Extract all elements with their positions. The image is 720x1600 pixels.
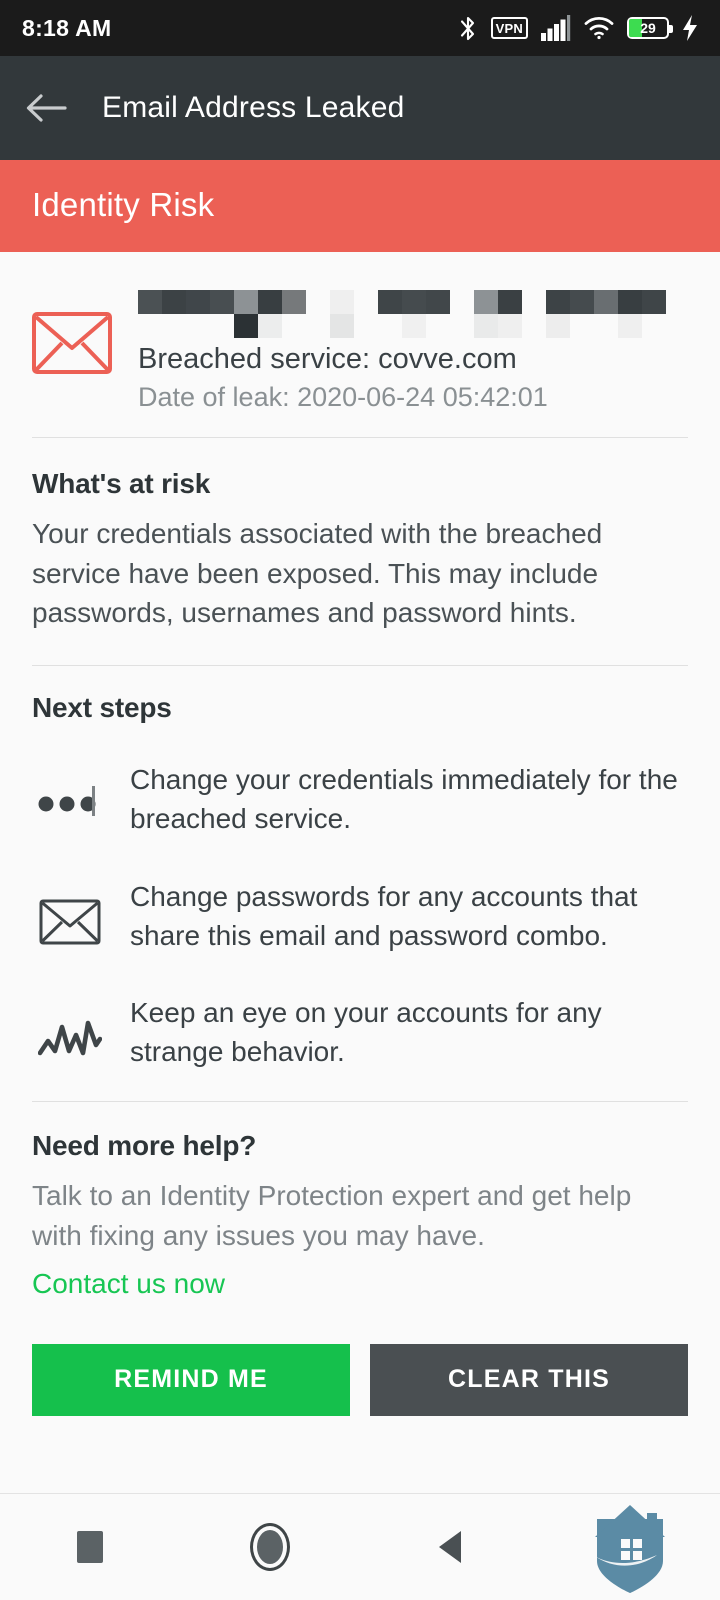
arrow-left-icon bbox=[26, 94, 67, 122]
list-item: Change passwords for any accounts that s… bbox=[32, 877, 688, 955]
bluetooth-icon bbox=[458, 15, 478, 42]
wifi-icon bbox=[584, 16, 614, 40]
whats-at-risk-section: What's at risk Your credentials associat… bbox=[32, 438, 688, 665]
clear-this-button[interactable]: CLEAR THIS bbox=[370, 1343, 688, 1416]
breached-service-label: Breached service: covve.com bbox=[138, 343, 517, 375]
vpn-icon: VPN bbox=[490, 17, 528, 39]
list-item: Keep an eye on your accounts for any str… bbox=[32, 993, 688, 1071]
app-bar: Email Address Leaked bbox=[0, 56, 720, 160]
activity-zigzag-icon bbox=[32, 993, 108, 1057]
status-bar-clock: 8:18 AM bbox=[22, 14, 112, 41]
page-title: Email Address Leaked bbox=[102, 91, 405, 124]
remind-me-button[interactable]: REMIND ME bbox=[32, 1343, 350, 1416]
list-item-label: Keep an eye on your accounts for any str… bbox=[130, 996, 602, 1068]
action-button-row: REMIND ME CLEAR THIS bbox=[0, 1300, 720, 1416]
triangle-left-icon bbox=[439, 1531, 461, 1563]
identity-risk-banner: Identity Risk bbox=[0, 160, 720, 252]
nav-back-button[interactable] bbox=[360, 1528, 540, 1566]
list-item: Change your credentials immediately for … bbox=[32, 760, 688, 838]
need-more-help-body: Talk to an Identity Protection expert an… bbox=[32, 1180, 632, 1252]
battery-icon: 29 bbox=[627, 17, 673, 39]
status-bar: 8:18 AM VPN 29 bbox=[0, 0, 720, 56]
next-steps-section: Next steps Change your credentials immed… bbox=[32, 666, 688, 1101]
password-dots-icon bbox=[32, 760, 108, 817]
next-steps-title: Next steps bbox=[32, 692, 172, 724]
app-logo-button[interactable] bbox=[540, 1499, 720, 1595]
envelope-icon bbox=[32, 877, 108, 945]
need-more-help-section: Need more help? Talk to an Identity Prot… bbox=[32, 1102, 688, 1300]
breach-summary: Breached service: covve.com Date of leak… bbox=[32, 252, 688, 437]
back-button[interactable] bbox=[24, 86, 68, 130]
cellular-signal-icon bbox=[541, 15, 571, 41]
house-shield-icon bbox=[593, 1505, 665, 1593]
phone-screen: 8:18 AM VPN 29 Email Address Leaked Iden… bbox=[0, 0, 720, 1600]
content-area: Breached service: covve.com Date of leak… bbox=[0, 252, 720, 1300]
redacted-email-address bbox=[138, 290, 688, 338]
whats-at-risk-body: Your credentials associated with the bre… bbox=[32, 517, 603, 629]
envelope-red-icon bbox=[32, 312, 112, 379]
nav-recents-button[interactable] bbox=[0, 1531, 180, 1563]
identity-risk-title: Identity Risk bbox=[32, 186, 215, 223]
date-of-leak-label: Date of leak: 2020-06-24 05:42:01 bbox=[138, 382, 548, 413]
need-more-help-title: Need more help? bbox=[32, 1130, 257, 1162]
contact-us-link[interactable]: Contact us now bbox=[32, 1268, 225, 1300]
list-item-label: Change passwords for any accounts that s… bbox=[130, 880, 638, 951]
whats-at-risk-title: What's at risk bbox=[32, 467, 211, 499]
battery-level-label: 29 bbox=[640, 20, 656, 36]
list-item-label: Change your credentials immediately for … bbox=[130, 764, 678, 835]
circle-icon bbox=[250, 1523, 290, 1571]
charging-bolt-icon bbox=[682, 15, 698, 41]
nav-home-button[interactable] bbox=[180, 1523, 360, 1571]
system-navigation-bar bbox=[0, 1493, 720, 1600]
status-bar-icons: VPN 29 bbox=[458, 15, 698, 42]
square-icon bbox=[77, 1531, 103, 1563]
